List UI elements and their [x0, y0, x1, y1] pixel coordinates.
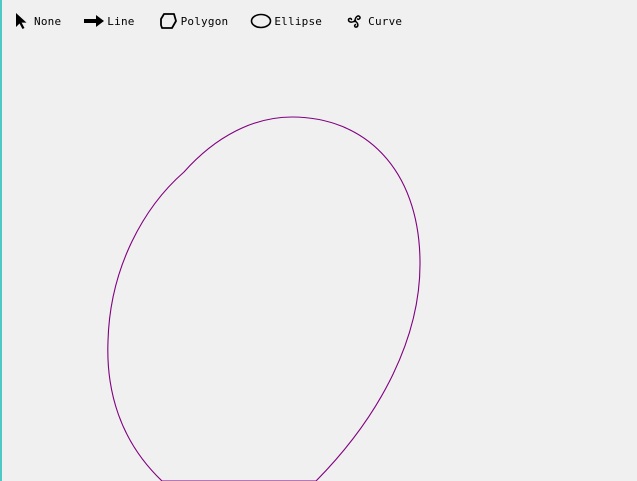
arrow-right-icon [83, 10, 105, 32]
drawing-canvas[interactable] [2, 36, 637, 481]
drawing-toolbar: None Line Polygon Ellipse Curve [10, 8, 424, 34]
ellipse-icon [250, 10, 272, 32]
polygon-icon [157, 10, 179, 32]
canvas-svg [107, 116, 421, 481]
tool-polygon-button[interactable]: Polygon [157, 8, 229, 34]
tool-polygon-label: Polygon [180, 14, 229, 28]
tool-curve-label: Curve [368, 14, 403, 28]
cursor-arrow-icon [10, 10, 32, 32]
tool-none-label: None [34, 14, 62, 28]
tool-ellipse-label: Ellipse [274, 14, 323, 28]
tool-none-button[interactable]: None [10, 8, 61, 34]
tool-curve-button[interactable]: Curve [344, 8, 402, 34]
tool-ellipse-button[interactable]: Ellipse [250, 8, 322, 34]
drawn-ellipse-shape[interactable] [107, 116, 421, 481]
tool-line-label: Line [107, 14, 135, 28]
tool-line-button[interactable]: Line [83, 8, 134, 34]
triskelion-icon [344, 10, 366, 32]
